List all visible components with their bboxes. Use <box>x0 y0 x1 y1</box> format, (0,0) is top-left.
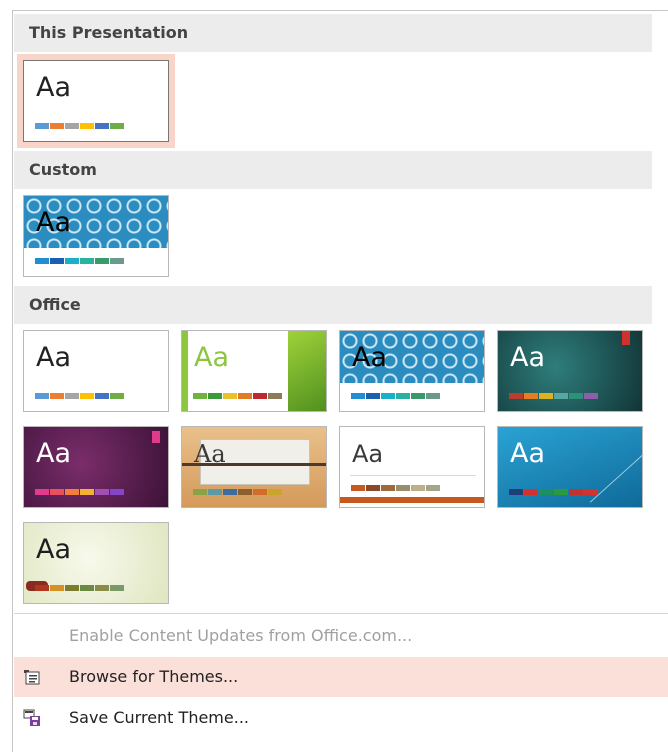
color-swatches <box>351 393 441 399</box>
theme-accent-shape <box>288 331 326 411</box>
theme-savon[interactable]: Aa <box>339 426 485 508</box>
theme-circuit[interactable]: Aa <box>497 426 643 508</box>
theme-thumb-label: Aa <box>352 440 384 468</box>
browse-for-themes-label: Browse for Themes... <box>69 667 239 686</box>
theme-office-default[interactable]: Aa <box>23 330 169 412</box>
theme-accent-tab <box>622 331 630 345</box>
color-swatches <box>35 585 125 591</box>
browse-for-themes-item[interactable]: Browse for Themes... <box>14 657 668 697</box>
theme-accent-bar <box>340 497 484 503</box>
section-header-office: Office <box>14 286 652 324</box>
section-header-custom: Custom <box>14 151 652 189</box>
save-current-theme-item[interactable]: Save Current Theme... <box>14 698 668 738</box>
theme-ion[interactable]: Aa <box>23 426 169 508</box>
color-swatches <box>509 393 599 399</box>
theme-thumb-label: Aa <box>352 342 388 373</box>
color-swatches <box>509 489 599 495</box>
theme-accent-tab <box>152 431 160 443</box>
theme-thumb-label: Aa <box>36 207 72 238</box>
theme-thumb-label: Aa <box>194 440 226 468</box>
enable-content-updates-label: Enable Content Updates from Office.com..… <box>69 626 413 645</box>
theme-facet[interactable]: Aa <box>181 330 327 412</box>
color-swatches <box>193 393 283 399</box>
color-swatches <box>35 258 125 264</box>
section-header-this-presentation: This Presentation <box>14 14 652 52</box>
save-theme-icon <box>23 709 40 726</box>
save-current-theme-label: Save Current Theme... <box>69 708 249 727</box>
theme-ion-boardroom[interactable]: Aa <box>497 330 643 412</box>
theme-thumb-label: Aa <box>36 72 72 103</box>
color-swatches <box>35 393 125 399</box>
theme-thumb-label: Aa <box>510 342 546 373</box>
color-swatches <box>35 489 125 495</box>
theme-thumb-label: Aa <box>36 534 72 565</box>
theme-custom-1[interactable]: Aa <box>23 195 169 277</box>
color-swatches <box>193 489 283 495</box>
theme-rule <box>350 475 476 476</box>
theme-wood-type[interactable]: Aa <box>181 426 327 508</box>
theme-thumb-label: Aa <box>510 438 546 469</box>
color-swatches <box>351 485 441 491</box>
menu-divider <box>14 613 668 614</box>
browse-themes-icon <box>24 670 40 685</box>
theme-thumb-label: Aa <box>36 342 72 373</box>
theme-organic[interactable]: Aa <box>23 522 169 604</box>
theme-thumb-label: Aa <box>194 342 230 373</box>
theme-accent-bar <box>182 331 188 411</box>
theme-integral-pattern[interactable]: Aa <box>339 330 485 412</box>
enable-content-updates-item: Enable Content Updates from Office.com..… <box>14 616 668 656</box>
color-swatches <box>35 123 125 129</box>
theme-current-presentation[interactable]: Aa <box>23 60 169 142</box>
theme-thumb-label: Aa <box>36 438 72 469</box>
theme-gallery-panel: This Presentation Aa Custom Aa Office Aa… <box>12 10 668 752</box>
